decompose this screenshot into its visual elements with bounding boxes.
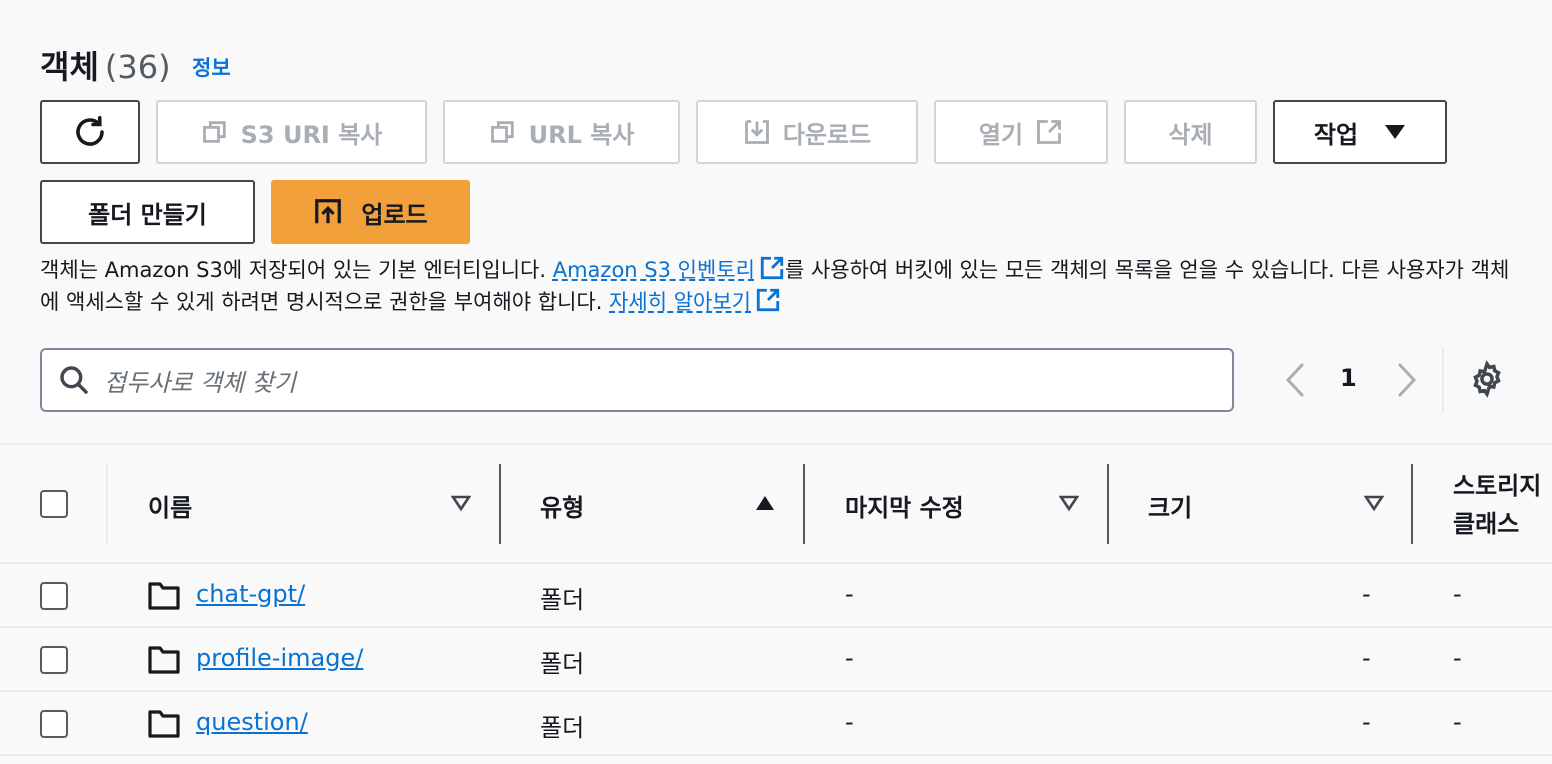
object-storage-class: - (1453, 708, 1462, 736)
sort-ascending-icon[interactable] (755, 495, 775, 511)
column-header-storage-class[interactable]: 스토리지 클래스 (1453, 467, 1541, 543)
object-name-link[interactable]: profile-image/ (196, 644, 363, 672)
object-size: - (1362, 708, 1371, 736)
search-icon (60, 366, 88, 394)
object-name-link[interactable]: chat-gpt/ (196, 580, 305, 608)
external-link-icon (756, 288, 780, 312)
object-size: - (1362, 580, 1371, 608)
open-button[interactable]: 열기 (934, 100, 1108, 164)
column-divider (106, 464, 108, 544)
object-type: 폴더 (540, 586, 585, 614)
delete-button[interactable]: 삭제 (1124, 100, 1257, 164)
divider (1442, 348, 1444, 412)
row-checkbox[interactable] (40, 646, 68, 674)
sort-icon[interactable] (1364, 495, 1384, 511)
copy-icon (202, 121, 226, 143)
row-divider (0, 626, 1552, 628)
object-type: 폴더 (540, 714, 585, 742)
select-all-checkbox[interactable] (40, 490, 68, 518)
info-link[interactable]: 정보 (192, 52, 231, 82)
copy-s3-uri-label: S3 URI 복사 (240, 120, 383, 149)
download-button[interactable]: 다운로드 (696, 100, 918, 164)
download-icon (744, 120, 769, 144)
copy-s3-uri-button[interactable]: S3 URI 복사 (156, 100, 427, 164)
refresh-icon (76, 115, 104, 146)
object-modified: - (845, 644, 854, 672)
chevron-right-icon[interactable] (1392, 362, 1422, 398)
row-divider (0, 690, 1552, 692)
table-header-border (0, 562, 1552, 564)
object-count: (36) (104, 48, 171, 86)
object-storage-class: - (1453, 644, 1462, 672)
actions-label: 작업 (1313, 120, 1359, 149)
folder-icon (148, 646, 180, 674)
description: 객체는 Amazon S3에 저장되어 있는 기본 엔터티입니다. Amazon… (40, 254, 1520, 318)
page-title-text: 객체 (40, 48, 99, 86)
chevron-left-icon[interactable] (1280, 362, 1310, 398)
column-header-name[interactable]: 이름 (148, 488, 192, 523)
copy-url-label: URL 복사 (528, 120, 635, 149)
column-header-size[interactable]: 크기 (1148, 488, 1192, 523)
download-label: 다운로드 (782, 120, 872, 149)
copy-icon (490, 121, 514, 143)
object-name-link[interactable]: question/ (196, 708, 308, 736)
upload-label: 업로드 (361, 200, 428, 229)
open-label: 열기 (978, 120, 1024, 149)
caret-down-icon (1385, 125, 1406, 139)
row-checkbox[interactable] (40, 582, 68, 610)
refresh-button[interactable] (40, 100, 140, 164)
description-text-1: 객체는 Amazon S3에 저장되어 있는 기본 엔터티입니다. (40, 258, 553, 282)
page-title: 객체 (36) (40, 42, 171, 88)
column-header-modified[interactable]: 마지막 수정 (845, 488, 964, 523)
external-link-icon (1037, 120, 1061, 144)
sort-icon[interactable] (1059, 495, 1079, 511)
column-divider (1107, 464, 1109, 544)
external-link-icon (760, 256, 784, 280)
folder-icon (148, 582, 180, 610)
search-input[interactable]: 접두사로 객체 찾기 (40, 348, 1234, 412)
object-modified: - (845, 708, 854, 736)
create-folder-label: 폴더 만들기 (88, 200, 207, 229)
inventory-link[interactable]: Amazon S3 인벤토리 (553, 258, 755, 282)
upload-icon (315, 199, 342, 224)
storage-class-line1: 스토리지 (1453, 472, 1542, 500)
gear-icon[interactable] (1468, 360, 1506, 398)
column-divider (1411, 464, 1413, 544)
object-type: 폴더 (540, 650, 585, 678)
page-number[interactable]: 1 (1340, 364, 1357, 392)
row-checkbox[interactable] (40, 710, 68, 738)
object-size: - (1362, 644, 1371, 672)
column-divider (499, 464, 501, 544)
copy-url-button[interactable]: URL 복사 (443, 100, 680, 164)
column-header-type[interactable]: 유형 (540, 488, 584, 523)
object-modified: - (845, 580, 854, 608)
column-divider (803, 464, 805, 544)
delete-label: 삭제 (1168, 120, 1213, 149)
storage-class-line2: 클래스 (1453, 510, 1520, 538)
object-storage-class: - (1453, 580, 1462, 608)
row-divider (0, 754, 1552, 756)
folder-icon (148, 710, 180, 738)
create-folder-button[interactable]: 폴더 만들기 (40, 180, 255, 244)
search-placeholder: 접두사로 객체 찾기 (104, 368, 296, 397)
upload-button[interactable]: 업로드 (271, 180, 470, 244)
table-top-border (0, 443, 1552, 445)
learn-more-link[interactable]: 자세히 알아보기 (609, 290, 751, 314)
actions-dropdown[interactable]: 작업 (1273, 100, 1447, 164)
sort-icon[interactable] (451, 495, 471, 511)
